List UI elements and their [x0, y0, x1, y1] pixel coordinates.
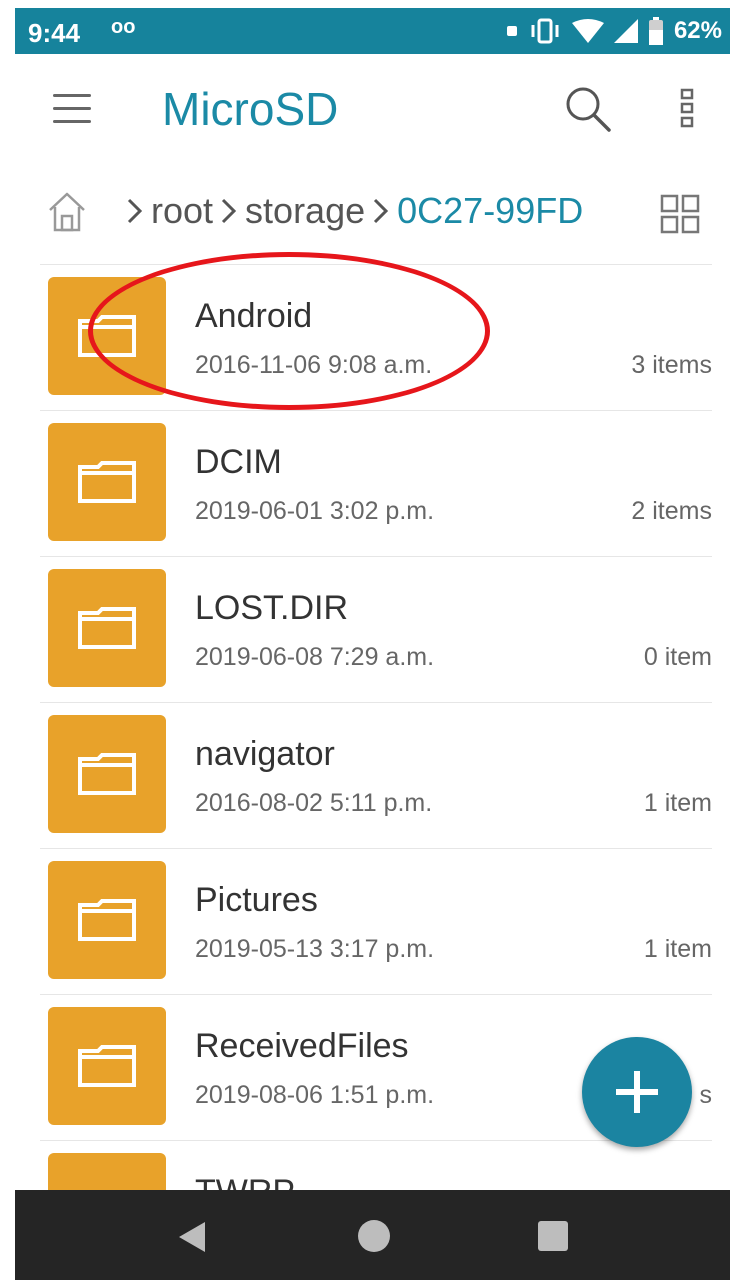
battery-icon — [648, 17, 663, 45]
folder-date: 2019-05-13 3:17 p.m. — [195, 935, 435, 963]
folder-count: 0 item — [643, 643, 712, 671]
system-nav-bar — [15, 1190, 730, 1280]
folder-name: ReceivedFiles — [195, 1027, 409, 1065]
list-item-lost-dir[interactable]: LOST.DIR 2019-06-08 7:29 a.m. 0 item — [40, 556, 712, 703]
folder-date: 2019-06-01 3:02 p.m. — [195, 497, 435, 525]
signal-icon — [613, 19, 638, 43]
folder-icon — [48, 569, 166, 687]
folder-count: 1 item — [643, 935, 712, 963]
chevron-right-icon — [127, 198, 143, 224]
page-title: MicroSD — [162, 83, 339, 135]
list-item-dcim[interactable]: DCIM 2019-06-01 3:02 p.m. 2 items — [40, 410, 712, 557]
menu-icon[interactable] — [53, 94, 91, 124]
status-icons: 62% — [506, 16, 722, 46]
grid-view-icon[interactable] — [660, 194, 700, 234]
breadcrumb-current[interactable]: 0C27-99FD — [397, 190, 583, 232]
folder-icon — [48, 861, 166, 979]
breadcrumb-storage[interactable]: storage — [245, 190, 365, 232]
recents-icon[interactable] — [538, 1221, 568, 1251]
folder-icon — [48, 423, 166, 541]
vibrate-icon — [531, 18, 559, 44]
folder-count: s — [699, 1081, 713, 1109]
chevron-right-icon — [221, 198, 237, 224]
folder-icon — [48, 1153, 166, 1190]
list-item-navigator[interactable]: navigator 2016-08-02 5:11 p.m. 1 item — [40, 702, 712, 849]
voicemail-icon: oo — [111, 16, 136, 38]
home-nav-icon[interactable] — [358, 1220, 390, 1252]
folder-name: LOST.DIR — [195, 589, 349, 627]
list-item-pictures[interactable]: Pictures 2019-05-13 3:17 p.m. 1 item — [40, 848, 712, 995]
home-icon[interactable] — [47, 190, 87, 234]
nfc-icon — [506, 26, 517, 36]
folder-count: 1 item — [643, 789, 712, 817]
folder-count: 3 items — [631, 351, 712, 379]
folder-name: Pictures — [195, 881, 318, 919]
breadcrumb-root[interactable]: root — [151, 190, 213, 232]
highlight-ellipse — [88, 252, 490, 410]
breadcrumb-path: root storage 0C27-99FD — [123, 190, 587, 232]
folder-count: 2 items — [631, 497, 712, 525]
add-button[interactable] — [582, 1037, 692, 1147]
status-bar: 9:44 oo 62% — [15, 8, 730, 54]
folder-icon — [48, 1007, 166, 1125]
folder-name: navigator — [195, 735, 335, 773]
folder-icon — [48, 715, 166, 833]
folder-date: 2016-08-02 5:11 p.m. — [195, 789, 433, 817]
more-vert-icon[interactable] — [675, 84, 699, 134]
search-icon[interactable] — [563, 84, 613, 134]
add-icon — [616, 1071, 658, 1113]
chevron-right-icon — [374, 198, 389, 224]
folder-date: 2019-08-06 1:51 p.m. — [195, 1081, 435, 1109]
list-item-twrp[interactable]: TWRP — [40, 1140, 712, 1190]
battery-percent: 62% — [673, 17, 722, 44]
app-bar: MicroSD — [15, 54, 730, 170]
wifi-icon — [571, 19, 604, 43]
folder-name: TWRP — [195, 1173, 295, 1190]
folder-name: DCIM — [195, 443, 282, 481]
breadcrumb: root storage 0C27-99FD — [15, 170, 730, 264]
status-time: 9:44 — [28, 18, 81, 48]
back-icon[interactable] — [177, 1220, 207, 1254]
folder-date: 2019-06-08 7:29 a.m. — [195, 643, 435, 671]
